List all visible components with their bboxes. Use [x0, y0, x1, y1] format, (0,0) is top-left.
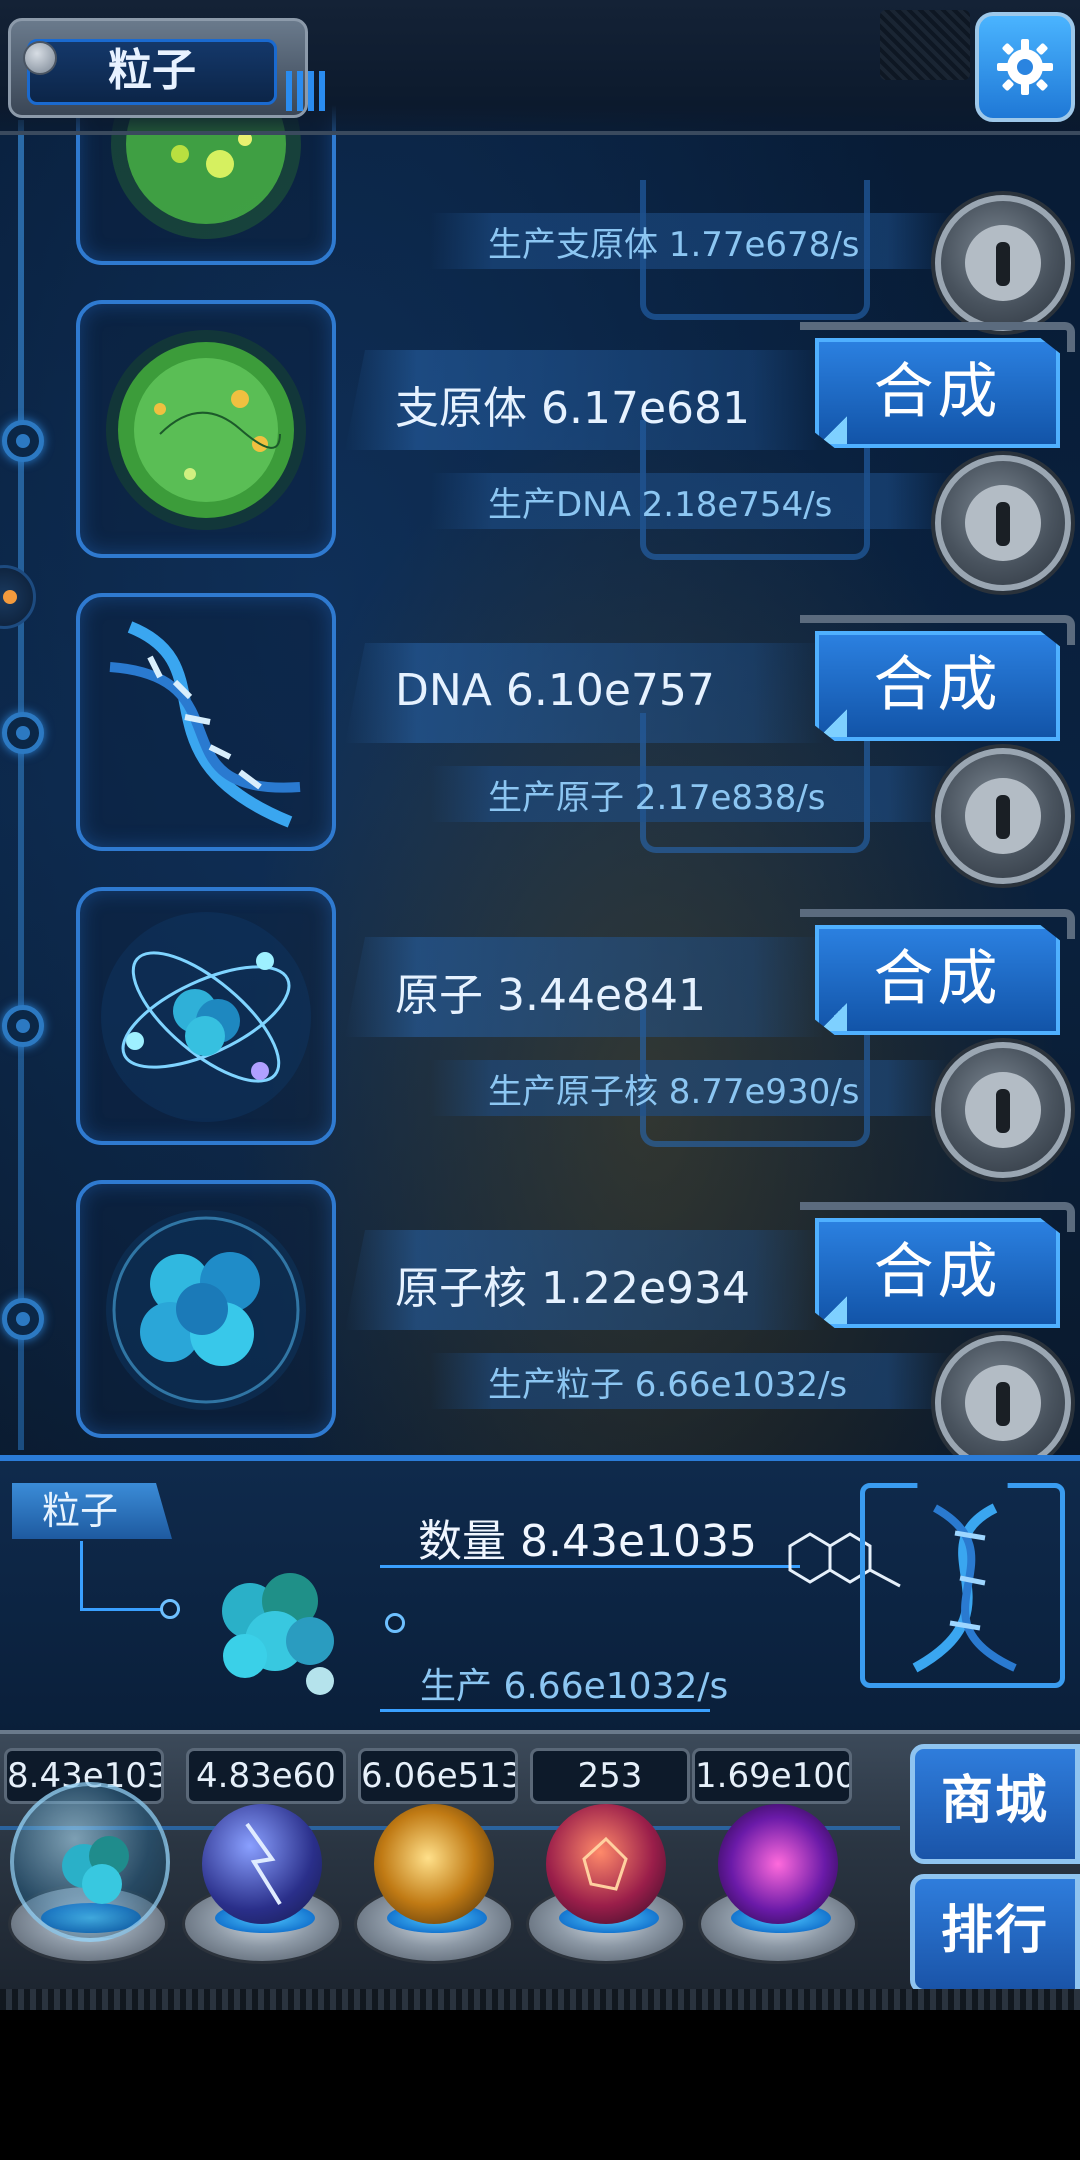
item-row-atom: 原子 3.44e841 合成 生产原子核 8.77e930/s	[0, 887, 1080, 1181]
upgrade-plus-button[interactable]	[935, 1335, 1071, 1471]
produce-text: 生产DNA 2.18e754/s	[488, 485, 833, 525]
mycoplasma-icon	[106, 330, 306, 530]
divider-line	[380, 1565, 800, 1568]
synthesize-button[interactable]: 合成	[815, 925, 1060, 1035]
title-stripes	[286, 71, 326, 111]
upgrade-plus-button[interactable]	[935, 748, 1071, 884]
dock-grille	[0, 1989, 1080, 2010]
game-screen: 生产支原体 1.77e678/s 支原体 6.17e681 合成 生产DNA 2…	[0, 0, 1080, 2010]
particle-orb-icon[interactable]	[10, 1782, 170, 1942]
resource-panel: 粒子 数量 8.43e1035 生产 6.66e1032/s	[0, 1455, 1080, 1735]
connector-dot	[160, 1599, 180, 1619]
item-icon-frame	[76, 1180, 336, 1438]
produce-text: 生产原子 2.17e838/s	[488, 778, 826, 818]
resource-produce: 生产 6.66e1032/s	[420, 1666, 729, 1707]
produce-text: 生产粒子 6.66e1032/s	[488, 1365, 848, 1405]
screen-bottom	[0, 2010, 1080, 2160]
item-row-mycoplasma: 支原体 6.17e681 合成 生产DNA 2.18e754/s	[0, 300, 1080, 594]
settings-button[interactable]	[975, 12, 1075, 122]
shop-button[interactable]: 商城	[910, 1744, 1080, 1864]
upgrade-plus-button[interactable]	[935, 455, 1071, 591]
resource-value-vortex: 1.69e100	[692, 1748, 852, 1804]
divider-line	[380, 1709, 710, 1712]
upgrade-plus-button[interactable]	[935, 1042, 1071, 1178]
page-title: 粒子	[27, 39, 277, 105]
item-row-dna: DNA 6.10e757 合成 生产原子 2.17e838/s	[0, 593, 1080, 887]
synthesize-button[interactable]: 合成	[815, 1218, 1060, 1328]
item-name-amount: 支原体 6.17e681	[395, 383, 751, 434]
dna-frame	[860, 1483, 1065, 1688]
gear-icon	[997, 39, 1053, 95]
vent-grille	[880, 10, 970, 80]
resource-value-galaxy: 6.06e513	[358, 1748, 518, 1804]
item-row-nucleus: 原子核 1.22e934 合成 生产粒子 6.66e1032/s	[0, 1180, 1080, 1474]
galaxy-orb-icon[interactable]	[374, 1804, 494, 1924]
dna-icon	[912, 1503, 1017, 1673]
item-icon-frame	[76, 593, 336, 851]
synthesize-button[interactable]: 合成	[815, 338, 1060, 448]
resource-tag: 粒子	[12, 1483, 172, 1539]
lightning-orb-icon[interactable]	[202, 1804, 322, 1924]
title-plate: 粒子	[8, 18, 326, 118]
resource-value-energy: 4.83e60	[186, 1748, 346, 1804]
synthesize-button[interactable]: 合成	[815, 631, 1060, 741]
item-name-amount: 原子 3.44e841	[395, 970, 707, 1021]
item-name-amount: DNA 6.10e757	[395, 665, 715, 716]
vortex-orb-icon[interactable]	[718, 1804, 838, 1924]
dna-icon	[109, 621, 301, 828]
item-name-amount: 原子核 1.22e934	[395, 1263, 751, 1314]
item-icon-frame	[76, 887, 336, 1145]
brain-orb-icon[interactable]	[546, 1804, 666, 1924]
leaderboard-button[interactable]: 排行榜	[910, 1874, 1080, 2010]
produce-text: 生产支原体 1.77e678/s	[488, 225, 860, 265]
nucleus-icon	[106, 1210, 306, 1410]
particle-cluster-icon	[222, 1573, 334, 1695]
bottom-dock: 8.43e1035 4.83e60 6.06e513 253 1.69e100 …	[0, 1730, 1080, 2010]
resource-count: 数量 8.43e1035	[418, 1516, 758, 1567]
top-bar: 粒子	[0, 0, 1080, 135]
resource-value-brain: 253	[530, 1748, 690, 1804]
produce-text: 生产原子核 8.77e930/s	[488, 1072, 860, 1112]
connector-dot	[385, 1613, 405, 1633]
item-icon-frame	[76, 300, 336, 558]
screw-icon	[23, 41, 57, 75]
atom-icon	[101, 912, 311, 1122]
